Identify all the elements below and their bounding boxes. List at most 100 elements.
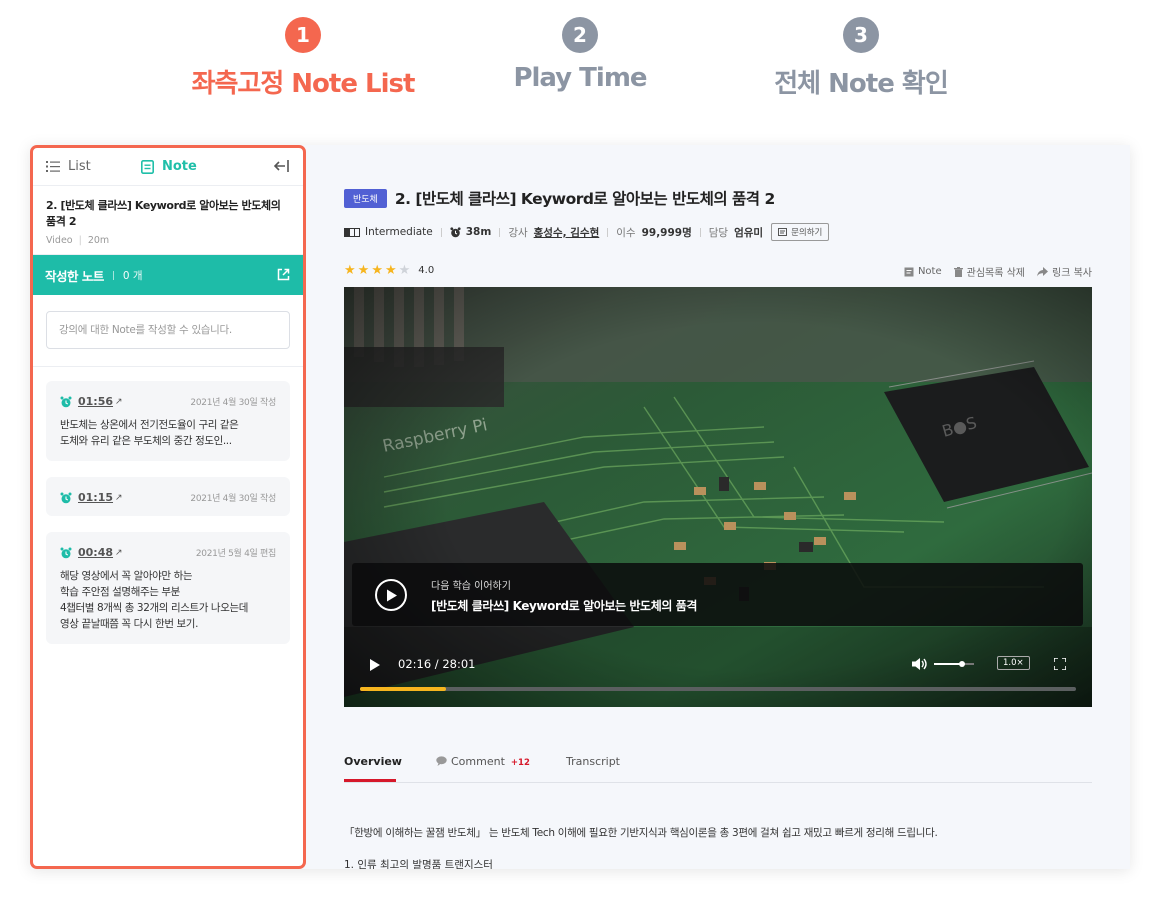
active-tab-indicator: [344, 779, 396, 782]
manager-label: 담당: [708, 226, 729, 239]
manager-name: 엄유미: [734, 226, 764, 239]
tab-note[interactable]: Note: [141, 159, 197, 174]
volume-icon[interactable]: [912, 657, 976, 671]
note-timestamp-link[interactable]: 01:15: [78, 491, 113, 504]
comment-count: +12: [510, 758, 530, 768]
video-frame-circuit-board: B●S Raspberry Pi: [344, 287, 1092, 707]
category-badge: 반도체: [344, 188, 387, 208]
app-window: List Note 2. [반도체 클라쓰] Keyword로 알아보는 반도체…: [30, 145, 1130, 869]
instructor-label: 강사: [508, 226, 528, 239]
alarm-clock-icon: [60, 396, 72, 407]
note-card[interactable]: 01:56 ↗ 2021년 4월 30일 작성 반도체는 상온에서 전기전도율이…: [46, 381, 290, 461]
note-date: 2021년 4월 30일 작성: [190, 398, 276, 408]
remove-favorite-label: 관심목록 삭제: [966, 268, 1026, 279]
alarm-clock-icon: [60, 492, 72, 503]
notes-bar-title: 작성한 노트: [45, 268, 104, 284]
note-text-line: 해당 영상에서 꼭 알아야만 하는: [60, 570, 193, 582]
note-date: 2021년 5월 4일 편집: [195, 549, 276, 559]
tab-transcript[interactable]: Transcript: [566, 755, 620, 768]
notes-bar: 작성한 노트 0 개: [33, 255, 303, 295]
video-player[interactable]: B●S Raspberry Pi: [344, 287, 1092, 707]
clock-icon: [450, 226, 461, 237]
note-input-area: 강의에 대한 Note를 작성할 수 있습니다.: [33, 295, 303, 367]
note-text-line: 반도체는 상온에서 전기전도율이 구리 같은: [60, 419, 239, 431]
remove-favorite-action[interactable]: 관심목록 삭제: [953, 264, 1026, 279]
step-number: 3: [843, 17, 879, 53]
note-text-line: 도체와 유리 같은 부도체의 중간 정도인...: [60, 435, 232, 447]
note-text-line: 영상 끝날때쯤 꼭 다시 한번 보기.: [60, 618, 199, 630]
tab-note-label: Note: [162, 159, 197, 174]
copy-link-action[interactable]: 링크 복사: [1037, 264, 1092, 279]
trash-icon: [953, 266, 963, 277]
lecture-header: 반도체 2. [반도체 클라쓰] Keyword로 알아보는 반도체의 품격 2: [344, 187, 775, 209]
description-line: 「한방에 이해하는 꿀잼 반도체」 는 반도체 Tech 이해에 필요한 기반지…: [344, 827, 938, 839]
note-text-line: 학습 주안점 설명해주는 부분: [60, 586, 180, 598]
progress-track[interactable]: [360, 687, 1076, 691]
note-input[interactable]: 강의에 대한 Note를 작성할 수 있습니다.: [46, 311, 290, 349]
play-icon: [387, 589, 397, 602]
action-links: Note 관심목록 삭제 링크 복사: [904, 264, 1092, 279]
main-content: 반도체 2. [반도체 클라쓰] Keyword로 알아보는 반도체의 품격 2…: [344, 145, 1092, 869]
duration: 38m: [465, 226, 492, 238]
progress-fill: [360, 687, 446, 691]
fullscreen-icon[interactable]: [1054, 658, 1066, 670]
player-controls: 02:16 / 28:01 1.0×: [344, 647, 1092, 707]
playback-time: 02:16 / 28:01: [398, 657, 476, 671]
step-label: 좌측고정 Note List: [191, 69, 416, 99]
rating: ★ ★ ★ ★ ★ 4.0: [344, 263, 434, 278]
note-text-line: 4챕터별 8개씩 총 32개의 리스트가 나오는데: [60, 602, 248, 614]
note-card[interactable]: 01:15 ↗ 2021년 4월 30일 작성: [46, 477, 290, 516]
note-small-icon: [904, 267, 914, 276]
tab-list[interactable]: List: [46, 159, 91, 174]
note-panel: List Note 2. [반도체 클라쓰] Keyword로 알아보는 반도체…: [30, 145, 306, 869]
lecture-duration: 20m: [87, 235, 110, 246]
note-action[interactable]: Note: [904, 266, 942, 277]
step-label: Play Time: [513, 63, 647, 93]
note-text: 해당 영상에서 꼭 알아야만 하는 학습 주안점 설명해주는 부분 4챕터별 8…: [60, 568, 276, 632]
inquiry-button[interactable]: 문의하기: [771, 223, 830, 241]
panel-tabs: List Note: [33, 148, 303, 186]
lecture-info: 2. [반도체 클라쓰] Keyword로 알아보는 반도체의 품격 2 Vid…: [33, 186, 303, 255]
step-3: 3 전체 Note 확인: [711, 17, 1011, 100]
comment-icon: [436, 756, 447, 766]
list-icon: [46, 161, 60, 172]
instructor-links[interactable]: 홍성수, 김수현: [534, 225, 600, 240]
completion-label: 이수: [616, 226, 636, 239]
star-icon: ★: [357, 263, 370, 278]
notes-bar-count: 0 개: [122, 269, 143, 282]
lecture-main-title: 2. [반도체 클라쓰] Keyword로 알아보는 반도체의 품격 2: [394, 190, 775, 208]
arrow-up-right-icon: ↗: [115, 396, 123, 407]
collapse-panel-icon[interactable]: [273, 157, 291, 175]
star-icon: ★: [384, 263, 397, 278]
content-tabs: Overview Comment +12 Transcript: [344, 743, 1092, 783]
level-icon: [344, 227, 360, 237]
tab-comment-label: Comment: [451, 755, 505, 768]
step-number: 2: [562, 17, 598, 53]
share-arrow-icon: [1037, 266, 1049, 276]
next-play-button[interactable]: [375, 579, 407, 611]
completion-count: 99,999명: [641, 226, 692, 239]
rating-value: 4.0: [418, 265, 435, 276]
next-lesson-overlay[interactable]: 다음 학습 이어하기 [반도체 클라쓰] Keyword로 알아보는 반도체의 …: [352, 563, 1083, 626]
step-1: 1 좌측고정 Note List: [153, 17, 453, 100]
lecture-meta-row: Intermediate 38m 강사 홍성수, 김수현 이수 99,999명 …: [344, 223, 830, 241]
tab-comment[interactable]: Comment +12: [436, 755, 530, 768]
lecture-type: Video: [46, 235, 73, 246]
play-icon[interactable]: [370, 659, 380, 671]
alarm-clock-icon: [60, 547, 72, 558]
playback-speed-button[interactable]: 1.0×: [997, 656, 1030, 670]
lecture-meta: Video | 20m: [46, 235, 110, 246]
note-action-label: Note: [917, 266, 942, 277]
note-icon: [141, 159, 154, 174]
copy-link-label: 링크 복사: [1052, 268, 1092, 279]
message-icon: [778, 228, 788, 236]
lecture-title: 2. [반도체 클라쓰] Keyword로 알아보는 반도체의 품격 2: [46, 199, 281, 228]
note-timestamp-link[interactable]: 00:48: [78, 546, 113, 559]
external-link-icon[interactable]: [277, 268, 290, 281]
next-lesson-subtitle: 다음 학습 이어하기: [431, 581, 511, 592]
tab-overview[interactable]: Overview: [344, 755, 402, 768]
tab-list-label: List: [68, 159, 91, 174]
note-card[interactable]: 00:48 ↗ 2021년 5월 4일 편집 해당 영상에서 꼭 알아야만 하는…: [46, 532, 290, 644]
note-timestamp-link[interactable]: 01:56: [78, 395, 113, 408]
step-2: 2 Play Time: [430, 17, 730, 93]
